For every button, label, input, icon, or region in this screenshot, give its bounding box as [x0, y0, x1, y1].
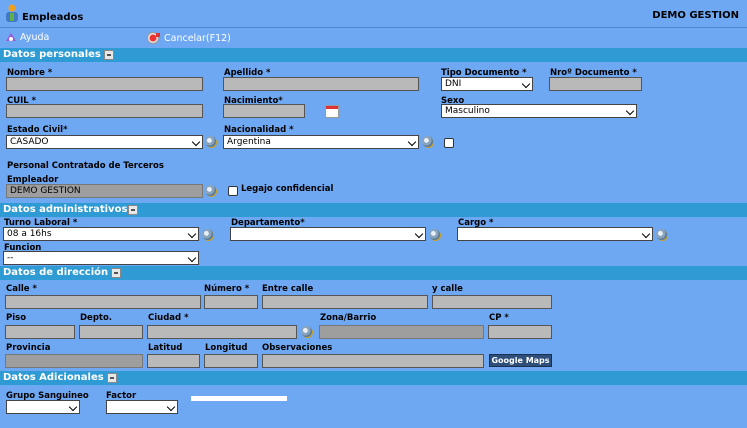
observaciones-input[interactable]: [262, 354, 484, 368]
entre-calle-input[interactable]: [262, 295, 428, 309]
cancel-button[interactable]: Cancelar(F12): [147, 32, 231, 45]
chevron-down-icon: [625, 106, 635, 116]
apellido-input[interactable]: [223, 77, 419, 91]
section-address[interactable]: Datos de dirección: [0, 266, 747, 280]
observaciones-label: Observaciones: [262, 343, 333, 353]
turno-value: 08 a 16hs: [7, 229, 52, 239]
numero-label: Número *: [204, 284, 250, 294]
terceros-label: Personal Contratado de Terceros: [7, 161, 164, 171]
chevron-down-icon: [187, 229, 197, 239]
provincia-input[interactable]: [5, 354, 143, 368]
nacionalidad-select[interactable]: Argentina: [223, 135, 419, 149]
ciudad-label: Ciudad *: [148, 313, 189, 323]
section-extra[interactable]: Datos Adicionales: [0, 371, 747, 385]
section-personal[interactable]: Datos personales: [0, 48, 747, 62]
calle-input[interactable]: [5, 295, 201, 309]
help-icon: [6, 33, 16, 41]
calendar-icon[interactable]: [325, 105, 339, 118]
depto-input[interactable]: [79, 325, 143, 339]
cancel-label: Cancelar(F12): [164, 33, 231, 44]
chevron-down-icon: [414, 229, 424, 239]
numero-input[interactable]: [204, 295, 258, 309]
y-calle-input[interactable]: [432, 295, 552, 309]
piso-input[interactable]: [5, 325, 75, 339]
cp-input[interactable]: [488, 325, 552, 339]
nacionalidad-checkbox[interactable]: [444, 138, 454, 148]
chevron-down-icon: [191, 137, 201, 147]
ciudad-input[interactable]: [147, 325, 297, 339]
longitud-label: Longitud: [205, 343, 248, 353]
nacionalidad-label: Nacionalidad *: [224, 125, 294, 135]
legajo-label: Legajo confidencial: [241, 184, 334, 194]
entre-calle-label: Entre calle: [262, 284, 314, 294]
section-admin-title: Datos administrativos: [3, 204, 128, 215]
grupo-select[interactable]: [6, 400, 80, 414]
depto-label: Depto.: [80, 313, 113, 323]
refresh-icon[interactable]: [301, 326, 312, 337]
turno-select[interactable]: 08 a 16hs: [3, 227, 199, 241]
piso-label: Piso: [6, 313, 27, 323]
chevron-down-icon: [521, 79, 531, 89]
estado-civil-label: Estado Civil*: [7, 125, 68, 135]
nombre-input[interactable]: [6, 77, 203, 91]
google-maps-button[interactable]: Google Maps: [489, 354, 552, 367]
zona-label: Zona/Barrio: [320, 313, 377, 323]
refresh-icon[interactable]: [656, 229, 667, 240]
tipo-doc-select[interactable]: DNI: [441, 77, 533, 91]
collapse-icon[interactable]: [103, 50, 114, 60]
sexo-select[interactable]: Masculino: [441, 104, 637, 118]
header-bar: [0, 0, 747, 28]
legajo-checkbox[interactable]: [228, 186, 238, 196]
chevron-down-icon: [166, 402, 176, 412]
longitud-input[interactable]: [204, 354, 258, 368]
funcion-select[interactable]: --: [3, 251, 199, 265]
people-icon: [6, 4, 18, 22]
extra-field-bar: [191, 396, 287, 401]
provincia-label: Provincia: [6, 343, 51, 353]
estado-civil-select[interactable]: CASADO: [6, 135, 203, 149]
cargo-select[interactable]: [457, 227, 653, 241]
collapse-icon[interactable]: [111, 268, 122, 278]
section-address-title: Datos de dirección: [3, 267, 109, 278]
latitud-label: Latitud: [148, 343, 183, 353]
section-extra-title: Datos Adicionales: [3, 372, 104, 383]
chevron-down-icon: [187, 253, 197, 263]
company-name: DEMO GESTION: [652, 10, 739, 21]
nacionalidad-value: Argentina: [227, 137, 271, 147]
help-label: Ayuda: [20, 32, 50, 43]
refresh-icon[interactable]: [429, 229, 440, 240]
section-personal-title: Datos personales: [3, 49, 101, 60]
chevron-down-icon: [641, 229, 651, 239]
nacimiento-input[interactable]: [223, 104, 305, 118]
y-calle-label: y calle: [432, 284, 463, 294]
refresh-icon[interactable]: [422, 136, 433, 147]
tipo-doc-value: DNI: [445, 79, 462, 89]
cp-label: CP *: [489, 313, 509, 323]
nro-doc-input[interactable]: [549, 77, 642, 91]
collapse-icon[interactable]: [106, 373, 117, 383]
factor-select[interactable]: [106, 400, 178, 414]
zona-input[interactable]: [319, 325, 484, 339]
calle-label: Calle *: [6, 284, 37, 294]
chevron-down-icon: [68, 402, 78, 412]
page-title: Empleados: [22, 12, 84, 23]
refresh-icon[interactable]: [205, 136, 216, 147]
estado-civil-value: CASADO: [10, 137, 49, 147]
empleador-input[interactable]: DEMO GESTION: [6, 184, 203, 198]
collapse-icon[interactable]: [128, 205, 139, 215]
toolbar: [0, 29, 747, 48]
refresh-icon[interactable]: [205, 185, 216, 196]
funcion-value: --: [7, 253, 14, 263]
cancel-icon: [147, 32, 160, 44]
departamento-select[interactable]: [230, 227, 426, 241]
section-admin[interactable]: Datos administrativos: [0, 203, 747, 217]
refresh-icon[interactable]: [202, 229, 213, 240]
chevron-down-icon: [407, 137, 417, 147]
help-button[interactable]: Ayuda: [5, 32, 49, 43]
latitud-input[interactable]: [147, 354, 200, 368]
cuil-input[interactable]: [6, 104, 203, 118]
sexo-value: Masculino: [445, 106, 490, 116]
